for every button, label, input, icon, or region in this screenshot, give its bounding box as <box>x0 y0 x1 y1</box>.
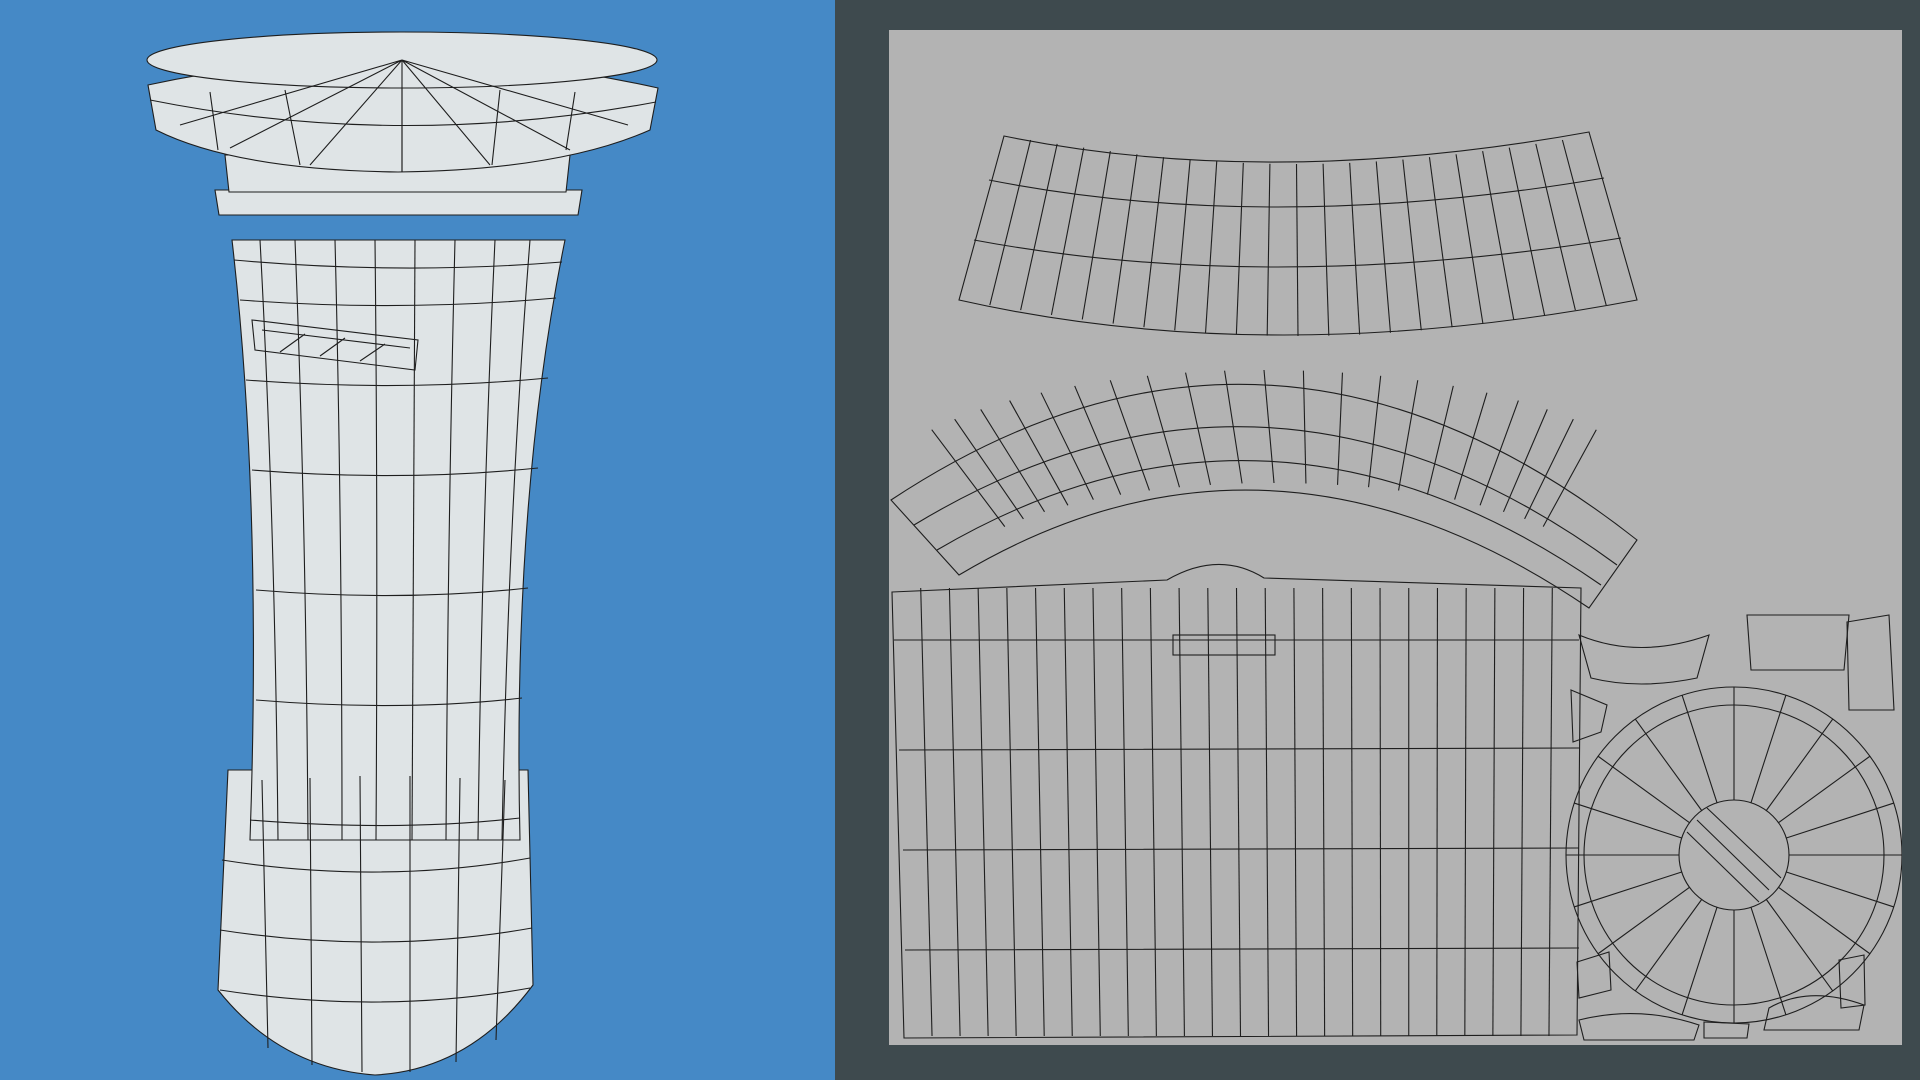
pillar-box-mesh <box>146 31 659 1076</box>
uv-island-small-pieces <box>1570 614 1895 1041</box>
3d-viewport[interactable] <box>0 0 835 1080</box>
uv-island-middle <box>890 369 1638 609</box>
uv-island-body <box>891 563 1582 1039</box>
uv-layout <box>890 131 1902 1041</box>
uv-island-cap <box>1565 686 1902 1024</box>
uv-editor-panel <box>835 0 1920 1080</box>
uv-canvas[interactable] <box>889 30 1902 1045</box>
uv-island-top <box>958 131 1638 337</box>
